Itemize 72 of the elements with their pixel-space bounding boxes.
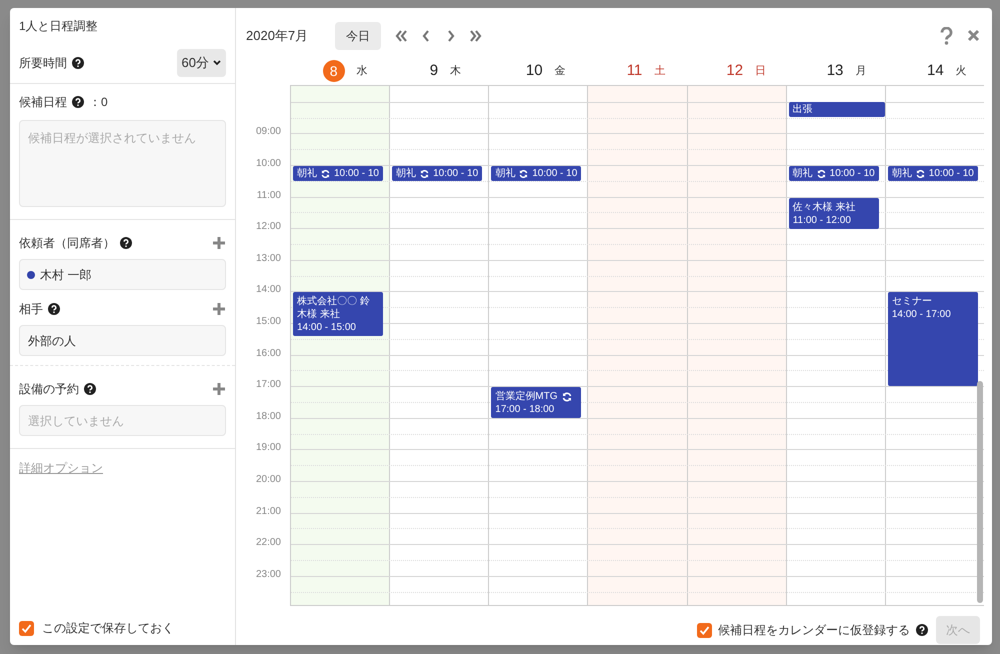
day-column[interactable]: 朝礼 10:00 - 10 営業定例MTG 17:00 - 18:00 (488, 86, 588, 605)
month-title: 2020年7月 (246, 26, 310, 45)
checkbox[interactable] (697, 622, 712, 638)
save-setting-label: この設定で保存しておく (42, 620, 174, 637)
scrollbar[interactable] (977, 381, 983, 603)
calendar-event[interactable]: 佐々木様 来社 11:00 - 12:00 (788, 198, 879, 229)
hour-label: 21:00 (256, 506, 281, 518)
weekday-label: 水 (356, 64, 368, 79)
weekday-label: 木 (450, 64, 462, 78)
day-number[interactable]: 11 (626, 60, 642, 82)
weekday-label: 日 (755, 64, 766, 78)
help-icon[interactable] (48, 303, 60, 315)
candidates-count: ：0 (89, 94, 108, 111)
weekday-label: 土 (654, 64, 666, 78)
partner-label: 相手 (19, 301, 43, 318)
weekday-label: 月 (855, 64, 866, 78)
hour-label: 12:00 (256, 221, 281, 234)
checkbox[interactable] (19, 620, 34, 636)
hour-label: 17:00 (256, 379, 281, 392)
add-icon[interactable] (212, 236, 226, 250)
calendar-event[interactable]: 朝礼 10:00 - 10 (888, 166, 978, 181)
caret-icon (213, 60, 221, 66)
requesters-label: 依頼者（同席者） (19, 235, 115, 252)
day-number[interactable]: 10 (526, 60, 543, 82)
double-chevron-left-icon[interactable] (394, 28, 408, 42)
help-icon[interactable] (72, 96, 84, 108)
double-chevron-right-icon[interactable] (469, 28, 483, 42)
weekday-label: 金 (554, 64, 566, 78)
duration-select[interactable]: 60分 (176, 49, 226, 77)
hour-label: 19:00 (256, 442, 281, 454)
register-label: 候補日程をカレンダーに仮登録する (718, 622, 910, 639)
calendar-event[interactable]: 朝礼 10:00 - 10 (788, 166, 879, 181)
hour-label: 13:00 (256, 252, 281, 265)
help-icon[interactable] (916, 624, 928, 636)
hour-label: 22:00 (256, 537, 281, 550)
calendar-event[interactable]: 朝礼 10:00 - 10 (293, 166, 383, 181)
dialog-title: 1人と日程調整 (19, 19, 98, 33)
day-number[interactable]: 12 (726, 60, 744, 82)
day-column[interactable]: 朝礼 10:00 - 10 (389, 86, 488, 605)
help-icon[interactable] (72, 57, 84, 69)
day-number[interactable]: 13 (826, 60, 844, 82)
day-number[interactable]: 9 (430, 60, 438, 82)
hour-label: 11:00 (256, 190, 281, 202)
hour-label: 15:00 (256, 316, 281, 328)
calendar-event[interactable]: 株式会社〇〇 鈴木様 来社 14:00 - 15:00 (293, 292, 383, 336)
weekday-label: 火 (956, 64, 967, 78)
hour-label: 16:00 (256, 348, 281, 360)
hour-label: 14:00 (256, 284, 281, 296)
partner-field[interactable]: 外部の人 (19, 325, 226, 356)
hour-label: 20:00 (256, 474, 281, 486)
help-icon[interactable] (84, 383, 96, 395)
facility-label: 設備の予約 (19, 381, 79, 398)
add-icon[interactable] (212, 302, 226, 316)
help-icon[interactable] (120, 237, 132, 249)
close-icon[interactable] (967, 29, 980, 42)
candidates-label: 候補日程 (19, 94, 67, 111)
requesters-field[interactable]: 木村 一郎 (19, 259, 226, 290)
hour-label: 09:00 (256, 126, 281, 138)
duration-label: 所要時間 (19, 55, 67, 72)
hour-label: 18:00 (256, 410, 281, 423)
today-column[interactable]: 朝礼 10:00 - 10 株式会社〇〇 鈴木様 来社 14:00 - 15:00 (291, 86, 390, 605)
hour-label: 10:00 (256, 158, 281, 170)
calendar-event[interactable]: 朝礼 10:00 - 10 (491, 166, 582, 181)
calendar-event[interactable]: 出張 (788, 102, 885, 117)
add-icon[interactable] (212, 382, 226, 396)
calendar-event[interactable]: 朝礼 10:00 - 10 (392, 166, 482, 181)
day-column[interactable]: 出張 朝礼 10:00 - 10 佐々木様 来社 11:00 - 12:00 (786, 86, 885, 605)
calendar-event[interactable]: 営業定例MTG 17:00 - 18:00 (491, 387, 582, 418)
calendar-event[interactable]: セミナー 14:00 - 17:00 (888, 292, 978, 386)
today-button[interactable]: 今日 (335, 22, 381, 50)
day-number[interactable]: 14 (926, 60, 944, 82)
hour-label: 23:00 (256, 568, 281, 581)
